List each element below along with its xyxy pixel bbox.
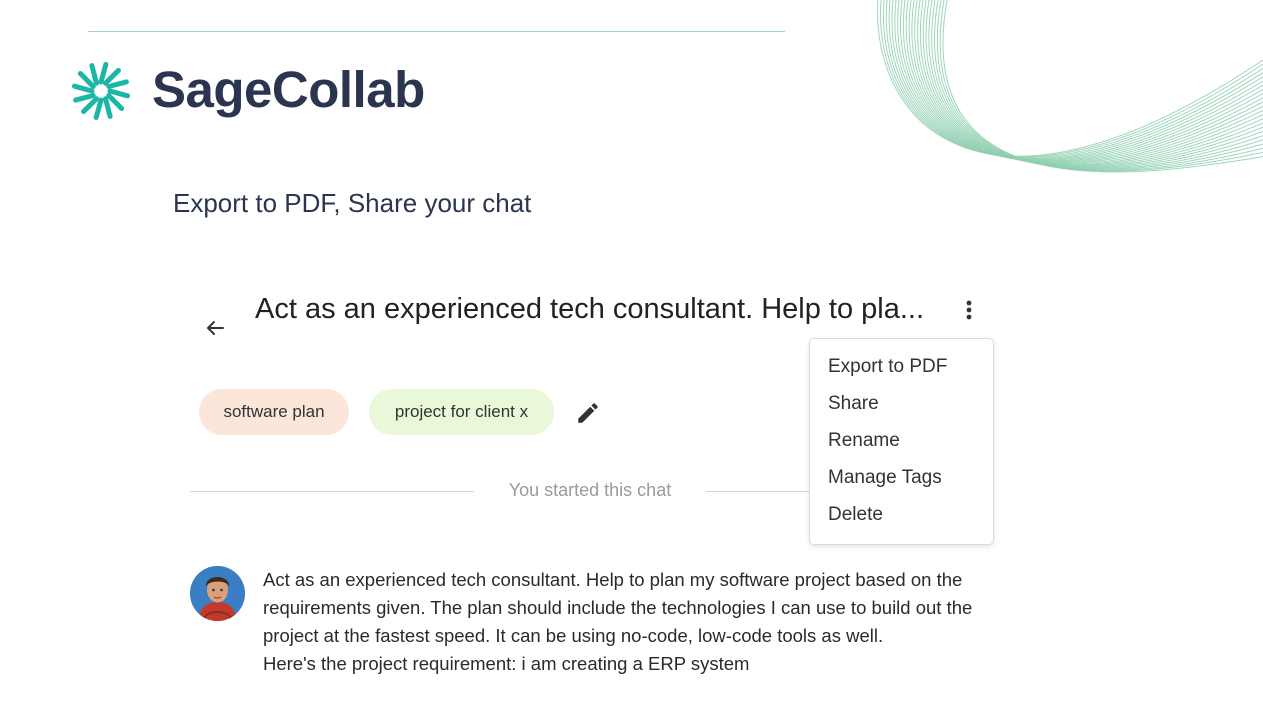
logo-ray (103, 67, 121, 86)
logo-ray (81, 96, 99, 115)
slide-subtitle: Export to PDF, Share your chat (173, 188, 532, 218)
logo-ray (77, 71, 96, 89)
more-vertical-icon[interactable] (955, 296, 983, 324)
tag-chip[interactable]: software plan (199, 389, 349, 435)
avatar (190, 566, 245, 621)
chat-options-menu: Export to PDF Share Rename Manage Tags D… (809, 338, 994, 545)
logo-ray (72, 83, 95, 94)
divider-line-left (190, 491, 474, 492)
logo-ray (89, 63, 99, 86)
chat-title: Act as an experienced tech consultant. H… (255, 293, 925, 325)
logo-ray (98, 62, 109, 85)
tag-chip[interactable]: project for client x (369, 389, 554, 435)
logo-ray (93, 97, 104, 120)
top-divider-line (88, 31, 785, 32)
decorative-wave-lines (877, 0, 1263, 173)
decorative-wave-line (885, 0, 1263, 159)
menu-item-share[interactable]: Share (828, 393, 879, 415)
logo-ray (106, 79, 129, 89)
logo-ray (73, 93, 96, 103)
sage-burst-logo-icon (72, 62, 130, 120)
logo-ray (106, 93, 125, 111)
arrow-left-icon[interactable] (203, 316, 227, 340)
message-paragraph: Act as an experienced tech consultant. H… (263, 569, 973, 646)
pencil-icon[interactable] (575, 400, 601, 426)
menu-item-rename[interactable]: Rename (828, 430, 900, 452)
menu-item-export-pdf[interactable]: Export to PDF (828, 356, 947, 378)
menu-item-delete[interactable]: Delete (828, 504, 883, 526)
decorative-wave-line (882, 0, 1263, 159)
chat-start-label: You started this chat (508, 480, 672, 500)
menu-item-manage-tags[interactable]: Manage Tags (828, 467, 942, 489)
brand-name: SageCollab (152, 61, 425, 118)
user-message: Act as an experienced tech consultant. H… (263, 566, 1003, 694)
logo-ray (103, 96, 113, 119)
message-next-line: Here's the project requirement: i am cre… (263, 653, 750, 674)
logo-ray (107, 88, 130, 99)
